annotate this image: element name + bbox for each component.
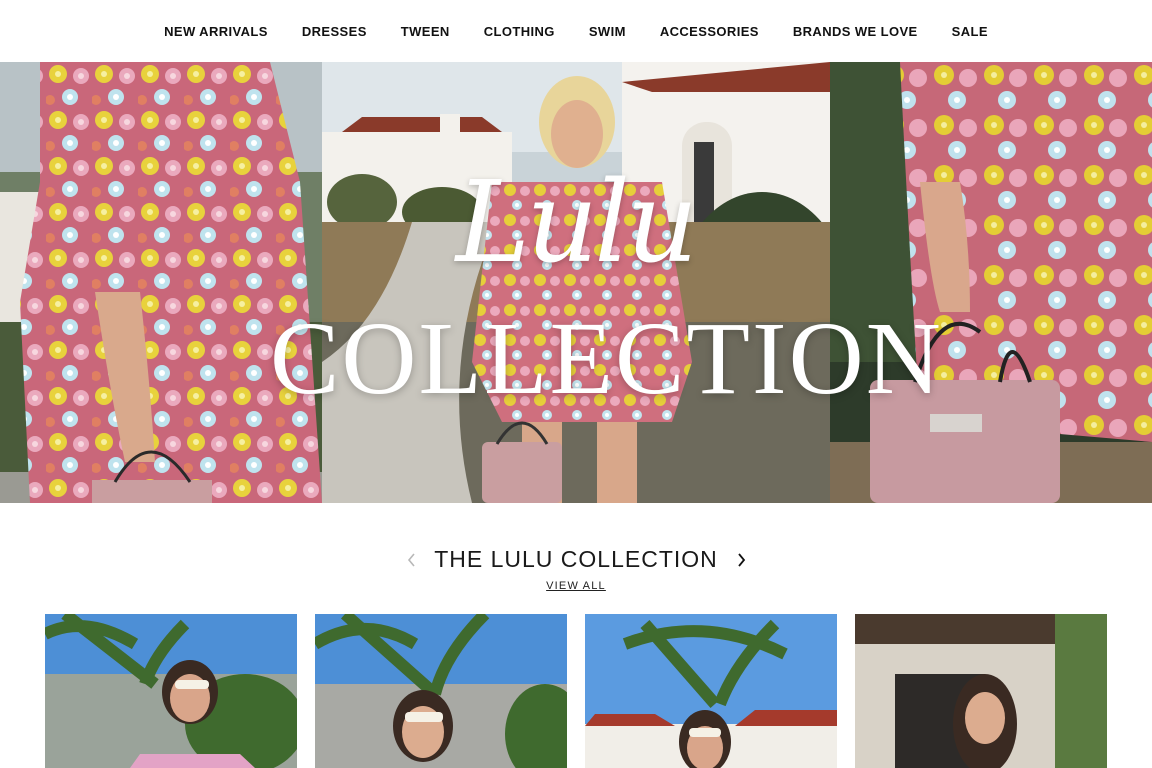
view-all-link[interactable]: VIEW ALL: [526, 580, 626, 592]
product-image: [585, 614, 837, 768]
carousel-next-button[interactable]: [731, 548, 751, 572]
nav-clothing[interactable]: CLOTHING: [484, 24, 555, 39]
product-card[interactable]: [315, 614, 567, 768]
product-image: [45, 614, 297, 768]
nav-swim[interactable]: SWIM: [589, 24, 626, 39]
hero-image-left: [0, 62, 322, 503]
nav-tween[interactable]: TWEEN: [401, 24, 450, 39]
product-card[interactable]: [585, 614, 837, 768]
chevron-right-icon: [738, 553, 746, 567]
nav-brands-we-love[interactable]: BRANDS WE LOVE: [793, 24, 918, 39]
product-card[interactable]: [45, 614, 297, 768]
nav-sale[interactable]: SALE: [952, 24, 988, 39]
collection-title: THE LULU COLLECTION: [434, 546, 718, 572]
hero-image-right: [830, 62, 1152, 503]
product-card[interactable]: [855, 614, 1107, 768]
collection-header: THE LULU COLLECTION VIEW ALL: [0, 530, 1152, 600]
hero-banner[interactable]: Lulu COLLECTION: [0, 62, 1152, 503]
main-nav: NEW ARRIVALS DRESSES TWEEN CLOTHING SWIM…: [0, 0, 1152, 62]
nav-dresses[interactable]: DRESSES: [302, 24, 367, 39]
product-image: [315, 614, 567, 768]
hero-image-center: [322, 62, 830, 503]
product-carousel: [45, 614, 1107, 768]
nav-accessories[interactable]: ACCESSORIES: [660, 24, 759, 39]
nav-new-arrivals[interactable]: NEW ARRIVALS: [164, 24, 268, 39]
product-image: [855, 614, 1107, 768]
